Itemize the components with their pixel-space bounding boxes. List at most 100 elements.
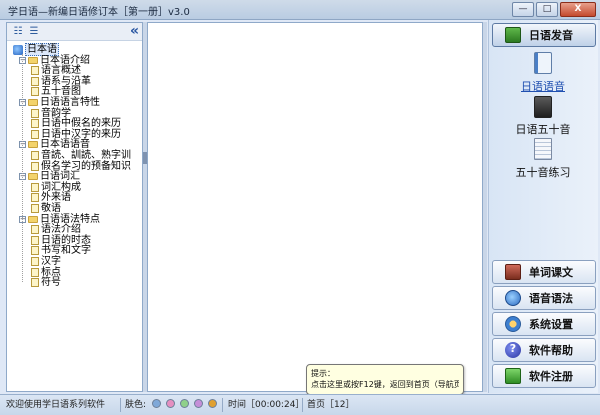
folder-icon: [28, 215, 38, 223]
tooltip-title: 提示：: [311, 369, 335, 378]
tree-node-label: 书写和文字: [41, 245, 91, 257]
gear-icon: [505, 316, 521, 332]
tree-node-label: 符号: [41, 277, 61, 289]
tab-words-texts[interactable]: 单词课文: [492, 260, 596, 284]
document-icon: [31, 151, 39, 160]
tab-pronunciation-label: 日语发音: [529, 29, 573, 42]
status-divider: [222, 398, 223, 412]
document-icon: [31, 235, 39, 245]
minimize-button[interactable]: —: [512, 2, 534, 17]
title-bar: 学日语—新编日语修订本［第一册］v3.0 — □ X: [0, 0, 600, 20]
tree-leaf[interactable]: 日语中假名的来历: [31, 118, 121, 129]
sub-item-practice-label: 五十音练习: [515, 166, 571, 179]
tree-leaf[interactable]: 语言概述: [31, 65, 81, 76]
tree-leaf[interactable]: 音韵学: [31, 108, 71, 119]
tree-node-label: 敬语: [41, 203, 61, 214]
tab-phonetic-grammar-label: 语音语法: [529, 292, 573, 305]
globe-icon: [505, 290, 521, 306]
tab-help-label: 软件帮助: [529, 344, 573, 357]
notebook-icon[interactable]: [534, 52, 552, 74]
folder-icon: [28, 173, 38, 181]
tree-node-label: 音読、訓読、熟字训: [41, 150, 131, 161]
book-root-icon: [13, 44, 23, 55]
tab-register-label: 软件注册: [529, 370, 573, 383]
kana-board-icon[interactable]: [534, 96, 552, 118]
document-icon: [31, 76, 39, 86]
maximize-button[interactable]: □: [536, 2, 558, 17]
document-icon: [31, 182, 39, 192]
books-icon: [505, 264, 521, 280]
tab-settings[interactable]: 系统设置: [492, 312, 596, 336]
skin-swatch[interactable]: [166, 399, 175, 408]
tree-category[interactable]: − 日语语法特点: [19, 214, 100, 225]
tab-phonetic-grammar[interactable]: 语音语法: [492, 286, 596, 310]
sub-item-voice[interactable]: 日语语音: [489, 78, 597, 94]
home-link[interactable]: 首页［12］: [307, 397, 354, 413]
tree-node-label: 日语中假名的来历: [41, 118, 121, 130]
folder-icon: [28, 141, 38, 149]
tree-leaf[interactable]: 语法介绍: [31, 224, 81, 235]
sub-item-practice[interactable]: 五十音练习: [489, 164, 597, 180]
register-icon: [505, 368, 521, 384]
tree-leaf[interactable]: 五十音图: [31, 86, 81, 97]
tree-leaf[interactable]: 标点: [31, 267, 61, 278]
tab-pronunciation[interactable]: 日语发音: [492, 23, 596, 47]
expand-all-icon[interactable]: ☷: [11, 25, 25, 38]
window-title: 学日语—新编日语修订本［第一册］v3.0: [8, 7, 190, 18]
tab-words-texts-label: 单词课文: [529, 266, 573, 279]
tree-leaf[interactable]: 汉字: [31, 256, 61, 267]
skin-label: 肤色:: [125, 400, 147, 410]
document-icon: [31, 119, 39, 129]
tree-leaf[interactable]: 外来语: [31, 192, 71, 203]
tree-leaf[interactable]: 假名学习的预备知识: [31, 161, 131, 172]
skin-swatch[interactable]: [208, 399, 217, 408]
tree-toolbar: ☷ ☰ «: [7, 23, 142, 41]
sub-item-gojuon-label: 日语五十音: [515, 123, 571, 136]
tree-category[interactable]: − 日本语介绍: [19, 55, 90, 66]
tree-node-label: 标点: [41, 266, 61, 278]
status-divider: [120, 398, 121, 412]
tree-leaf[interactable]: 符号: [31, 277, 61, 288]
book-icon: [505, 27, 521, 43]
document-icon: [31, 129, 39, 139]
folder-icon: [28, 56, 38, 64]
tree-node-label: 五十音图: [41, 86, 81, 98]
skin-swatch[interactable]: [152, 399, 161, 408]
tree-node-label: 外来语: [41, 192, 71, 204]
tree-category[interactable]: − 日本语语音: [19, 139, 90, 150]
practice-list-icon[interactable]: [534, 138, 552, 160]
document-icon: [31, 108, 39, 118]
tree-category[interactable]: − 日语词汇: [19, 171, 80, 182]
tree-root[interactable]: 日本语: [13, 43, 59, 56]
tab-help[interactable]: ? 软件帮助: [492, 338, 596, 362]
status-divider: [302, 398, 303, 412]
status-time: 时间［00:00:24］: [228, 400, 305, 410]
tree-leaf[interactable]: 敬语: [31, 203, 61, 214]
document-icon: [31, 278, 39, 288]
close-button[interactable]: X: [560, 2, 596, 17]
tree-leaf[interactable]: 书写和文字: [31, 245, 91, 256]
tree-leaf[interactable]: 音読、訓読、熟字训: [31, 150, 131, 161]
tree-node-label: 日语语言特性: [40, 97, 100, 108]
content-border: [483, 22, 487, 392]
document-icon: [31, 204, 39, 213]
tree-guide-line: [22, 54, 23, 282]
tree-node-label: 假名学习的预备知识: [41, 160, 131, 172]
tree-node-label: 汉字: [41, 256, 61, 267]
status-bar: 欢迎使用学日语系列软件 肤色: 时间［00:00:24］ 首页［12］: [0, 394, 600, 415]
content-area: [147, 22, 483, 392]
sub-item-gojuon[interactable]: 日语五十音: [489, 121, 597, 137]
skin-swatch[interactable]: [194, 399, 203, 408]
right-nav-panel: 日语发音 日语语音 日语五十音 五十音练习 单词课文 语音语法 系统设置 ? 软…: [488, 20, 598, 393]
tab-register[interactable]: 软件注册: [492, 364, 596, 388]
tree-category[interactable]: − 日语语言特性: [19, 97, 100, 108]
document-icon: [31, 246, 39, 256]
collapse-panel-icon[interactable]: «: [130, 23, 139, 39]
skin-swatch[interactable]: [180, 399, 189, 408]
collapse-list-icon[interactable]: ☰: [27, 25, 41, 38]
document-icon: [31, 161, 39, 171]
hint-tooltip: 提示： 点击这里或按F12键，返回到首页（导航页面）！: [306, 364, 464, 395]
document-icon: [31, 267, 39, 277]
tree-node-label: 日本语语音: [40, 139, 90, 151]
tab-settings-label: 系统设置: [529, 318, 573, 331]
